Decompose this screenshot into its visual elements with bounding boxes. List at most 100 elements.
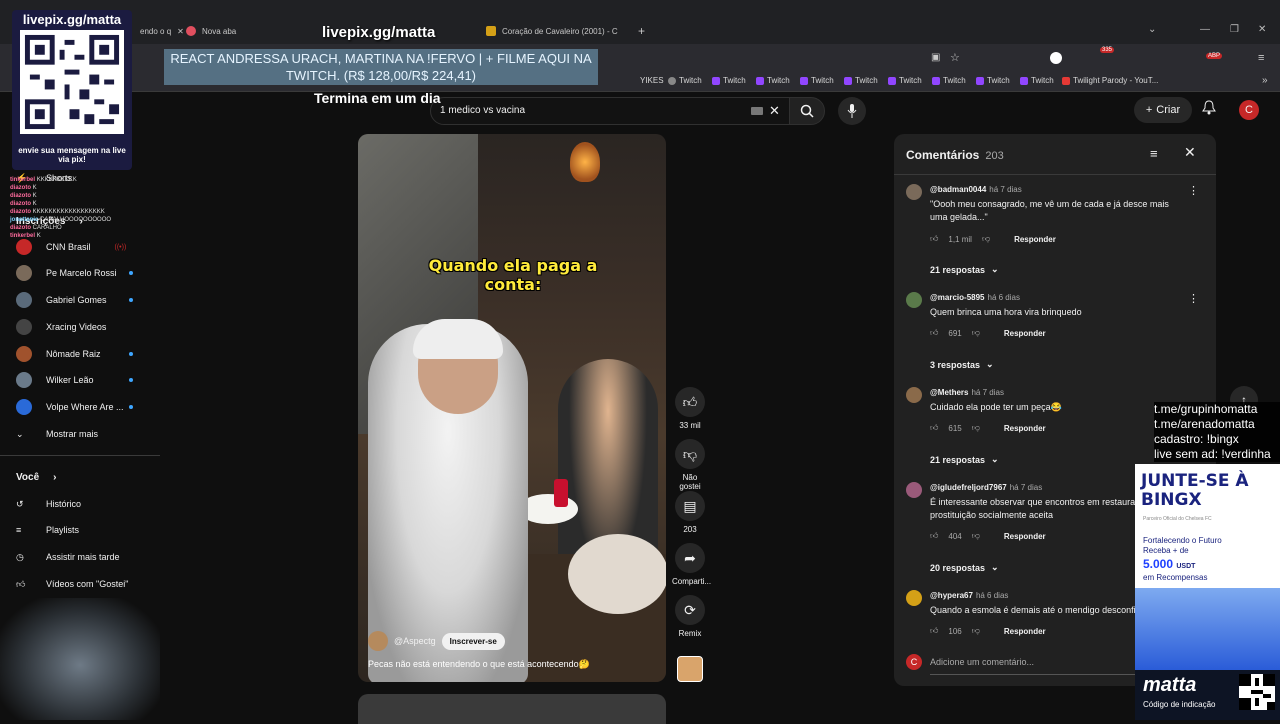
sidebar-item-channel[interactable]: Wilker Leão <box>16 372 94 388</box>
firefox-icon <box>186 26 196 36</box>
chat-message: CARALHO <box>32 225 62 231</box>
sidebar-item-channel[interactable]: Pe Marcelo Rossi <box>16 265 117 281</box>
sidebar-item-channel[interactable]: Gabriel Gomes <box>16 292 107 308</box>
clear-search-icon[interactable]: ✕ <box>769 103 780 119</box>
search-input[interactable]: 1 medico vs vacina ✕ <box>430 97 790 125</box>
sidebar-item-label: CNN Brasil <box>46 242 91 252</box>
keyboard-icon[interactable] <box>751 107 763 115</box>
menu-icon[interactable]: ≡ <box>1258 52 1264 64</box>
comment-author[interactable]: @Methers <box>930 388 968 397</box>
create-button[interactable]: + Criar <box>1134 97 1192 123</box>
bookmark-twitch[interactable]: Twitch <box>932 76 966 85</box>
short-video-player[interactable]: Quando ela paga a conta: @Aspectg Inscre… <box>358 134 666 682</box>
close-icon[interactable]: ✕ <box>177 27 184 36</box>
comment-author[interactable]: @marcio-5895 <box>930 293 985 302</box>
bookmark-twitch[interactable]: Twitch <box>712 76 746 85</box>
bookmark-twitch[interactable]: Twitch <box>800 76 834 85</box>
reply-button[interactable]: Responder <box>1004 532 1046 541</box>
sidebar-item-history[interactable]: ↺ Histórico <box>16 496 81 512</box>
sidebar-item-channel[interactable]: Nômade Raiz <box>16 346 101 362</box>
add-comment-input[interactable]: Adicione um comentário... <box>930 657 1034 667</box>
thumbs-down-icon[interactable]: 👎︎ <box>982 234 990 244</box>
like-button[interactable]: 👍︎ 33 mil <box>672 387 708 430</box>
sidebar-item-playlists[interactable]: ≡ Playlists <box>16 522 79 538</box>
thumbs-up-icon[interactable]: 👍︎ <box>930 531 938 541</box>
show-more-button[interactable]: ⌄ Mostrar mais <box>16 426 98 442</box>
reply-button[interactable]: Responder <box>1004 329 1046 338</box>
view-replies-button[interactable]: 20 respostas ⌄ <box>930 562 999 573</box>
bookmark-star-icon[interactable]: ☆ <box>950 51 960 64</box>
more-options-icon[interactable]: ⋮ <box>1188 292 1199 305</box>
bookmarks-overflow-icon[interactable]: » <box>1262 75 1268 86</box>
remix-button[interactable]: ⟳ Remix <box>672 595 708 638</box>
stream-title-banner: REACT ANDRESSA URACH, MARTINA NA !FERVO … <box>164 49 598 85</box>
subscribe-button[interactable]: Inscrever-se <box>441 632 505 650</box>
close-icon[interactable]: ✕ <box>1184 144 1196 161</box>
bookmark-twitch[interactable]: Twitch <box>844 76 878 85</box>
thumbs-up-icon[interactable]: 👍︎ <box>930 626 938 636</box>
comment-author[interactable]: @hypera67 <box>930 591 973 600</box>
commenter-avatar[interactable] <box>906 482 922 498</box>
reply-button[interactable]: Responder <box>1004 627 1046 636</box>
chat-message: K <box>32 193 37 199</box>
thumbs-down-icon[interactable]: 👎︎ <box>972 626 980 636</box>
comment-author[interactable]: @badman0044 <box>930 185 986 194</box>
sidebar-item-watch-later[interactable]: ◷ Assistir mais tarde <box>16 549 120 565</box>
sound-thumbnail[interactable] <box>677 656 703 682</box>
browser-tab-new[interactable]: Nova aba <box>186 20 236 42</box>
new-tab-button[interactable]: + <box>638 20 645 42</box>
browser-tab-movie[interactable]: Coração de Cavaleiro (2001) - C <box>486 20 618 42</box>
account-avatar[interactable]: C <box>1239 100 1259 120</box>
bookmark-twitch[interactable]: Twitch <box>976 76 1010 85</box>
bookmark-twitch[interactable]: Twitch <box>756 76 790 85</box>
more-options-icon[interactable]: ⋮ <box>1188 184 1199 197</box>
commenter-avatar[interactable] <box>906 590 922 606</box>
thumbs-down-icon[interactable]: 👎︎ <box>972 531 980 541</box>
commenter-avatar[interactable] <box>906 184 922 200</box>
window-close-button[interactable]: ✕ <box>1258 24 1266 35</box>
chevron-down-icon[interactable]: ⌄ <box>1148 24 1156 35</box>
share-icon: ➦ <box>675 543 705 573</box>
channel-avatar[interactable] <box>368 631 388 651</box>
share-button[interactable]: ➦ Comparti... <box>672 543 711 586</box>
sidebar-item-channel[interactable]: Xracing Videos <box>16 319 106 335</box>
browser-tab-active[interactable]: endo o q ✕ <box>140 20 184 42</box>
sidebar-item-channel[interactable]: Volpe Where Are ... <box>16 399 124 415</box>
search-button[interactable] <box>789 97 825 125</box>
reader-icon[interactable]: ▣ <box>931 52 940 63</box>
channel-name[interactable]: @Aspectg <box>394 636 436 646</box>
reply-button[interactable]: Responder <box>1004 424 1046 433</box>
bookmark-yikes[interactable]: YIKES <box>640 76 664 85</box>
bookmark-twitch[interactable]: Twitch <box>888 76 922 85</box>
thumbs-up-icon[interactable]: 👍︎ <box>930 234 938 244</box>
replies-label: 21 respostas <box>930 454 986 465</box>
voice-search-button[interactable] <box>838 97 866 125</box>
minimize-button[interactable]: — <box>1200 24 1210 35</box>
thumbs-up-icon[interactable]: 👍︎ <box>930 423 938 433</box>
view-replies-button[interactable]: 21 respostas ⌄ <box>930 264 999 275</box>
sidebar-section-you[interactable]: Você › <box>16 469 57 485</box>
view-replies-button[interactable]: 21 respostas ⌄ <box>930 454 999 465</box>
reply-button[interactable]: Responder <box>1014 235 1056 244</box>
notifications-bell-icon[interactable] <box>1202 100 1216 118</box>
thumbs-down-icon[interactable]: 👎︎ <box>972 423 980 433</box>
thumbs-up-icon[interactable]: 👍︎ <box>930 328 938 338</box>
comment-author[interactable]: @igludefreljord7967 <box>930 483 1007 492</box>
extension-icon[interactable] <box>1050 52 1062 64</box>
sidebar-item-liked[interactable]: 👍︎ Vídeos com "Gostei" <box>16 576 128 592</box>
thumbs-down-icon[interactable]: 👎︎ <box>972 328 980 338</box>
tab-label: Nova aba <box>202 26 237 36</box>
view-replies-button[interactable]: 3 respostas ⌄ <box>930 359 994 370</box>
commenter-avatar[interactable] <box>906 292 922 308</box>
sort-icon[interactable]: ≡ <box>1150 146 1158 161</box>
bookmark-twitch[interactable]: Twitch <box>1020 76 1054 85</box>
adblock-badge[interactable]: ABP <box>1206 53 1223 59</box>
commenter-avatar[interactable] <box>906 387 922 403</box>
bookmark-twitch[interactable]: Twitch <box>668 76 702 85</box>
maximize-button[interactable]: ❐ <box>1230 24 1239 35</box>
bookmark-twilight[interactable]: Twilight Parody - YouT... <box>1062 76 1158 85</box>
comments-button[interactable]: ▤ 203 <box>672 491 708 534</box>
dislike-button[interactable]: 👎︎ Não gostei <box>672 439 708 491</box>
thumbs-down-icon: 👎︎ <box>675 439 705 469</box>
sidebar-item-channel[interactable]: CNN Brasil ((•)) <box>16 239 126 255</box>
